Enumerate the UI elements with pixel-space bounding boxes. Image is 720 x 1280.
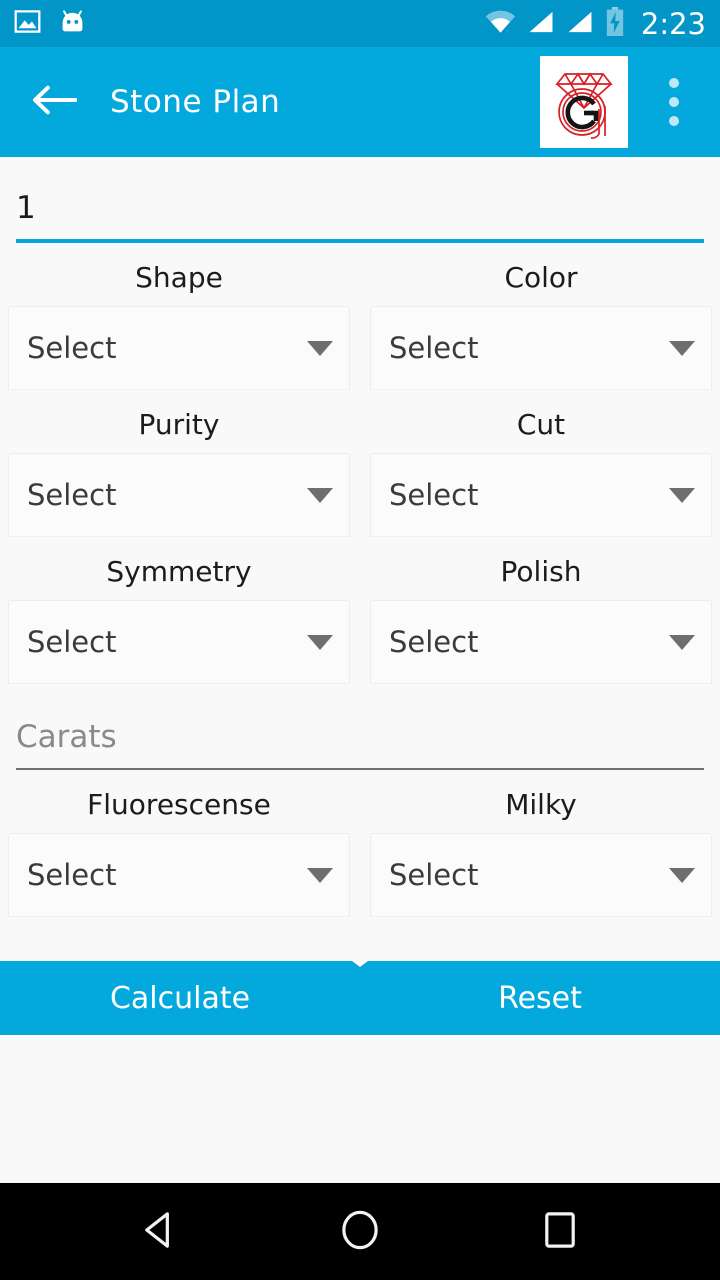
chevron-down-icon (307, 487, 333, 503)
overflow-menu-icon (669, 97, 679, 107)
spinner-shape-value: Select (27, 331, 117, 365)
chevron-down-icon (307, 340, 333, 356)
image-icon (14, 8, 41, 39)
back-arrow-icon (31, 82, 78, 122)
diamond-ring-g-logo-icon (547, 60, 621, 144)
carats-input-placeholder[interactable]: Carats (16, 712, 704, 762)
field-symmetry: Symmetry Select (0, 537, 360, 684)
form-row-fluorescense-milky: Fluorescense Select Milky Select (0, 770, 720, 917)
quantity-input-value[interactable]: 1 (16, 185, 704, 231)
app-screen: 2:23 Stone Plan 1 Shape Select Color Sel… (0, 0, 720, 1280)
reset-button[interactable]: Reset (360, 961, 720, 1035)
label-color: Color (504, 261, 578, 294)
spinner-symmetry[interactable]: Select (8, 600, 350, 684)
spinner-cut-value: Select (389, 478, 479, 512)
chevron-down-icon (669, 487, 695, 503)
spinner-color-value: Select (389, 331, 479, 365)
nav-home-icon (338, 1208, 382, 1256)
overflow-menu-button[interactable] (646, 66, 702, 138)
spinner-cut[interactable]: Select (370, 453, 712, 537)
action-button-bar: Calculate Reset (0, 961, 720, 1035)
spinner-symmetry-value: Select (27, 625, 117, 659)
label-milky: Milky (505, 788, 577, 821)
page-title: Stone Plan (110, 84, 281, 120)
nav-back-button[interactable] (120, 1192, 200, 1272)
android-nav-bar (0, 1183, 720, 1280)
field-shape: Shape Select (0, 243, 360, 390)
field-purity: Purity Select (0, 390, 360, 537)
label-fluorescense: Fluorescense (87, 788, 271, 821)
chevron-down-icon (307, 867, 333, 883)
label-shape: Shape (135, 261, 223, 294)
app-logo (540, 56, 628, 148)
chevron-down-icon (669, 867, 695, 883)
calculate-button[interactable]: Calculate (0, 961, 360, 1035)
nav-back-icon (138, 1208, 182, 1256)
field-milky: Milky Select (360, 770, 720, 917)
spinner-milky[interactable]: Select (370, 833, 712, 917)
signal-icon (566, 9, 594, 39)
quantity-field[interactable]: 1 (16, 157, 704, 243)
label-purity: Purity (138, 408, 220, 441)
status-bar-right-icons: 2:23 (485, 7, 706, 41)
form-row-purity-cut: Purity Select Cut Select (0, 390, 720, 537)
overflow-menu-icon (669, 116, 679, 126)
nav-recents-button[interactable] (520, 1192, 600, 1272)
form-row-symmetry-polish: Symmetry Select Polish Select (0, 537, 720, 684)
chevron-down-icon (669, 634, 695, 650)
status-bar: 2:23 (0, 0, 720, 47)
overflow-menu-icon (669, 78, 679, 88)
spinner-color[interactable]: Select (370, 306, 712, 390)
spinner-fluorescense[interactable]: Select (8, 833, 350, 917)
status-bar-left-icons (14, 8, 86, 39)
spinner-fluorescense-value: Select (27, 858, 117, 892)
label-polish: Polish (500, 555, 582, 588)
nav-recents-icon (538, 1208, 582, 1256)
spinner-polish-value: Select (389, 625, 479, 659)
label-symmetry: Symmetry (106, 555, 252, 588)
carats-field[interactable]: Carats (16, 712, 704, 770)
status-bar-clock: 2:23 (640, 6, 706, 41)
signal-icon (527, 9, 555, 39)
spinner-shape[interactable]: Select (8, 306, 350, 390)
field-fluorescense: Fluorescense Select (0, 770, 360, 917)
android-head-icon (59, 8, 86, 39)
field-color: Color Select (360, 243, 720, 390)
spinner-polish[interactable]: Select (370, 600, 712, 684)
chevron-down-icon (669, 340, 695, 356)
back-button[interactable] (28, 76, 80, 128)
form-row-shape-color: Shape Select Color Select (0, 243, 720, 390)
battery-charging-icon (605, 7, 625, 40)
field-polish: Polish Select (360, 537, 720, 684)
field-cut: Cut Select (360, 390, 720, 537)
label-cut: Cut (516, 408, 566, 441)
form-content: 1 Shape Select Color Select Purity Selec… (0, 157, 720, 1183)
wifi-icon (485, 9, 516, 39)
chevron-down-icon (307, 634, 333, 650)
nav-home-button[interactable] (320, 1192, 400, 1272)
spinner-purity[interactable]: Select (8, 453, 350, 537)
app-bar: Stone Plan (0, 47, 720, 157)
spinner-purity-value: Select (27, 478, 117, 512)
spinner-milky-value: Select (389, 858, 479, 892)
